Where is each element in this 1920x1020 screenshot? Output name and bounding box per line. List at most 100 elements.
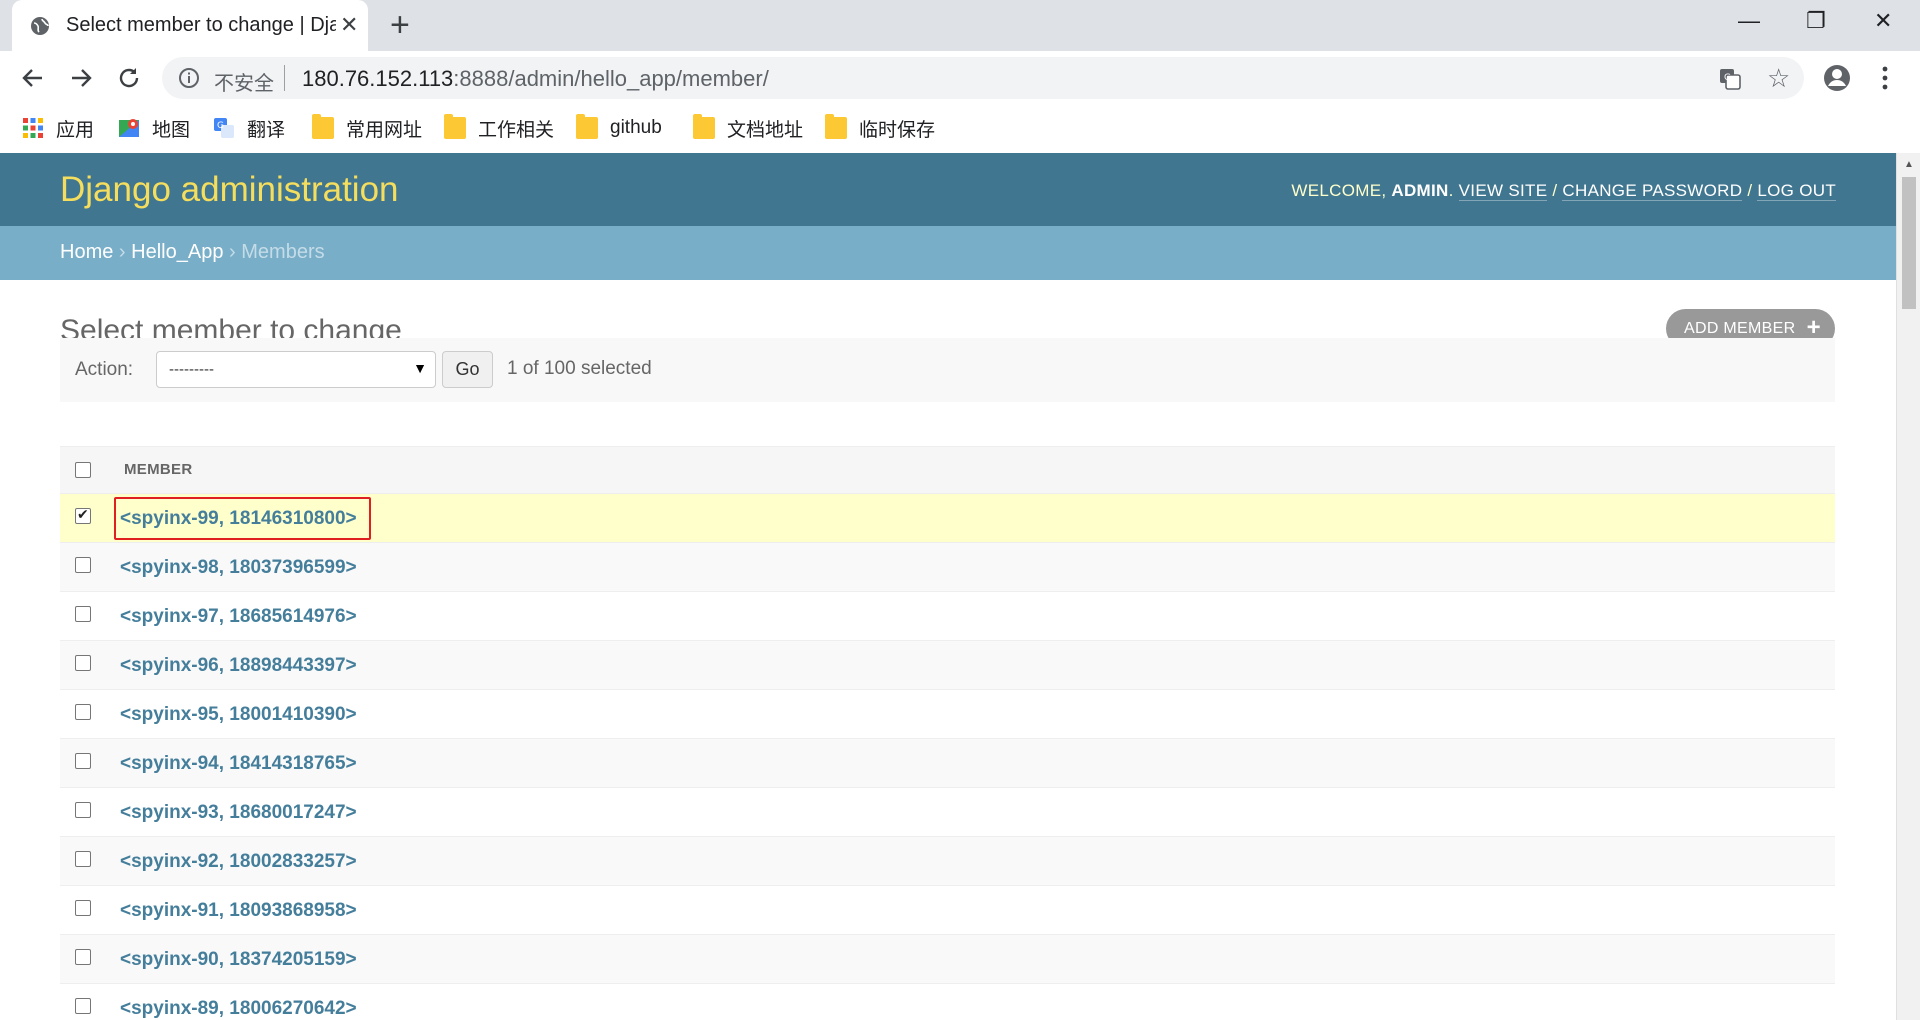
highlight-annotation-box bbox=[114, 497, 371, 540]
result-list: MEMBER <spyinx-99, 18146310800><spyinx-9… bbox=[60, 446, 1835, 1020]
tab-close-icon[interactable]: ✕ bbox=[340, 12, 358, 38]
bookmark-label: 常用网址 bbox=[346, 119, 423, 141]
table-row: <spyinx-94, 18414318765> bbox=[60, 739, 1835, 788]
row-checkbox[interactable] bbox=[75, 851, 91, 867]
site-branding[interactable]: Django administration bbox=[60, 170, 399, 210]
go-button[interactable]: Go bbox=[442, 351, 493, 388]
folder-icon bbox=[693, 114, 715, 139]
row-checkbox[interactable] bbox=[75, 704, 91, 720]
translate-icon[interactable]: G bbox=[1718, 67, 1742, 91]
table-row: <spyinx-92, 18002833257> bbox=[60, 837, 1835, 886]
svg-text:G: G bbox=[217, 121, 224, 131]
action-selected-value: --------- bbox=[169, 361, 214, 378]
bookmark-translate[interactable]: G 翻译 bbox=[213, 115, 285, 141]
bookmark-folder-github[interactable]: github bbox=[576, 114, 662, 141]
forward-arrow-icon[interactable] bbox=[66, 63, 96, 93]
vertical-scrollbar[interactable]: ▲ bbox=[1896, 153, 1920, 1020]
row-checkbox[interactable] bbox=[75, 606, 91, 622]
table-row: <spyinx-97, 18685614976> bbox=[60, 592, 1835, 641]
bookmark-folder-temp[interactable]: 临时保存 bbox=[825, 114, 936, 141]
member-link[interactable]: <spyinx-89, 18006270642> bbox=[120, 998, 357, 1020]
folder-icon bbox=[576, 114, 598, 139]
apps-grid-icon bbox=[23, 118, 43, 138]
table-row: <spyinx-98, 18037396599> bbox=[60, 543, 1835, 592]
row-checkbox[interactable] bbox=[75, 949, 91, 965]
browser-toolbar: 不安全 180.76.152.113:8888/admin/hello_app/… bbox=[0, 51, 1920, 105]
row-checkbox[interactable] bbox=[75, 998, 91, 1014]
address-bar[interactable]: 不安全 180.76.152.113:8888/admin/hello_app/… bbox=[162, 57, 1804, 99]
user-tools: WELCOME, ADMIN. VIEW SITE / CHANGE PASSW… bbox=[1291, 181, 1836, 201]
bookmark-apps[interactable]: 应用 bbox=[22, 115, 94, 141]
actions-bar: Action: --------- ▼ Go 1 of 100 selected bbox=[60, 338, 1835, 402]
table-body: <spyinx-99, 18146310800> <spyinx-98, 1803… bbox=[60, 494, 1835, 1020]
bookmark-folder-work[interactable]: 工作相关 bbox=[444, 114, 555, 141]
row-checkbox[interactable] bbox=[75, 753, 91, 769]
back-arrow-icon[interactable] bbox=[18, 63, 48, 93]
row-checkbox[interactable] bbox=[75, 655, 91, 671]
view-site-link[interactable]: VIEW SITE bbox=[1458, 181, 1548, 201]
reload-icon[interactable] bbox=[114, 63, 144, 93]
bookmark-label: 文档地址 bbox=[727, 119, 804, 141]
table-row: <spyinx-99, 18146310800> bbox=[60, 494, 1835, 543]
member-link[interactable]: <spyinx-95, 18001410390> bbox=[120, 704, 357, 726]
row-checkbox[interactable] bbox=[75, 802, 91, 818]
plus-icon: + bbox=[1806, 314, 1821, 341]
bookmark-maps[interactable]: 地图 bbox=[118, 115, 190, 141]
maps-icon bbox=[119, 119, 139, 137]
change-password-link[interactable]: CHANGE PASSWORD bbox=[1562, 181, 1743, 201]
table-row: <spyinx-91, 18093868958> bbox=[60, 886, 1835, 935]
bookmark-folder-docs[interactable]: 文档地址 bbox=[693, 114, 804, 141]
breadcrumb-app[interactable]: Hello_App bbox=[131, 241, 223, 263]
new-tab-button[interactable]: + bbox=[390, 8, 410, 42]
bookmark-star-icon[interactable]: ☆ bbox=[1767, 63, 1790, 94]
folder-icon bbox=[312, 114, 334, 139]
select-all-checkbox[interactable] bbox=[75, 462, 91, 478]
log-out-link[interactable]: LOG OUT bbox=[1757, 181, 1836, 201]
scroll-thumb[interactable] bbox=[1902, 177, 1916, 309]
url-text[interactable]: 180.76.152.113:8888/admin/hello_app/memb… bbox=[302, 66, 769, 92]
browser-tab[interactable]: Select member to change | Django site ad… bbox=[12, 0, 368, 51]
address-separator bbox=[284, 65, 285, 91]
selection-counter: 1 of 100 selected bbox=[507, 358, 652, 379]
breadcrumb-home[interactable]: Home bbox=[60, 241, 113, 263]
row-checkbox[interactable] bbox=[75, 506, 91, 524]
page-viewport: Django administration WELCOME, ADMIN. VI… bbox=[0, 153, 1896, 1020]
member-link[interactable]: <spyinx-97, 18685614976> bbox=[120, 606, 357, 628]
bookmark-label: 工作相关 bbox=[478, 119, 555, 141]
column-header-member[interactable]: MEMBER bbox=[124, 461, 192, 478]
username: ADMIN bbox=[1391, 181, 1449, 200]
table-header: MEMBER bbox=[60, 446, 1835, 494]
bookmark-label: 临时保存 bbox=[859, 119, 936, 141]
row-checkbox[interactable] bbox=[75, 557, 91, 573]
info-icon[interactable] bbox=[178, 67, 200, 89]
bookmark-label: 翻译 bbox=[247, 119, 286, 141]
bookmark-label: 地图 bbox=[152, 119, 191, 141]
folder-icon bbox=[825, 114, 847, 139]
member-link[interactable]: <spyinx-91, 18093868958> bbox=[120, 900, 357, 922]
table-row: <spyinx-89, 18006270642> bbox=[60, 984, 1835, 1020]
member-link[interactable]: <spyinx-98, 18037396599> bbox=[120, 557, 357, 579]
window-close-button[interactable]: ✕ bbox=[1874, 8, 1892, 34]
minimize-button[interactable]: — bbox=[1738, 8, 1760, 34]
bookmark-label: 应用 bbox=[56, 119, 95, 141]
member-link[interactable]: <spyinx-90, 18374205159> bbox=[120, 949, 357, 971]
member-link[interactable]: <spyinx-96, 18898443397> bbox=[120, 655, 357, 677]
browser-menu-icon[interactable] bbox=[1878, 63, 1892, 93]
bookmark-folder-common[interactable]: 常用网址 bbox=[312, 114, 423, 141]
member-link[interactable]: <spyinx-94, 18414318765> bbox=[120, 753, 357, 775]
welcome-text: WELCOME, bbox=[1291, 181, 1387, 200]
svg-text:G: G bbox=[1724, 73, 1731, 83]
member-link[interactable]: <spyinx-92, 18002833257> bbox=[120, 851, 357, 873]
member-link[interactable]: <spyinx-93, 18680017247> bbox=[120, 802, 357, 824]
admin-header: Django administration WELCOME, ADMIN. VI… bbox=[0, 153, 1896, 226]
insecure-label: 不安全 bbox=[214, 73, 274, 95]
breadcrumb-current: Members bbox=[241, 241, 325, 263]
table-row: <spyinx-90, 18374205159> bbox=[60, 935, 1835, 984]
action-select[interactable]: --------- ▼ bbox=[156, 351, 436, 388]
scroll-up-arrow-icon[interactable]: ▲ bbox=[1904, 159, 1914, 170]
restore-button[interactable]: ❐ bbox=[1806, 8, 1826, 34]
globe-icon bbox=[31, 17, 49, 35]
row-checkbox[interactable] bbox=[75, 900, 91, 916]
profile-avatar-icon[interactable] bbox=[1822, 63, 1852, 93]
table-row: <spyinx-93, 18680017247> bbox=[60, 788, 1835, 837]
